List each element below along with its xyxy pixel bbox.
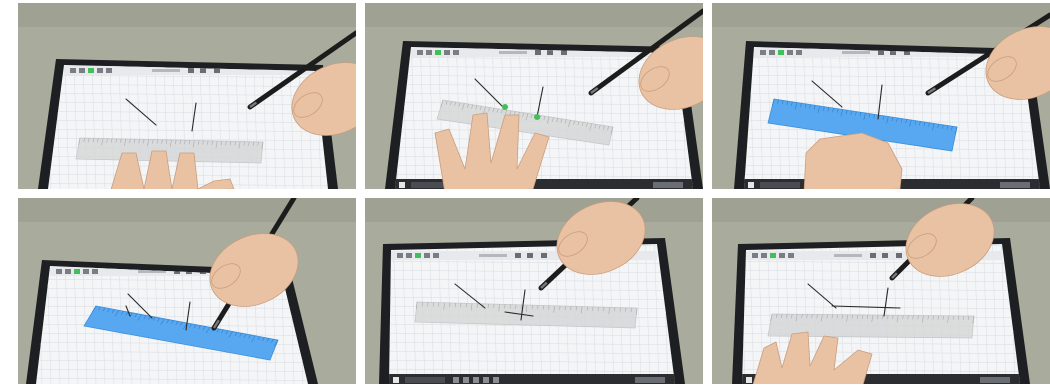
photo-panel-3 — [712, 3, 1050, 189]
toolbar-tool-icon — [788, 253, 794, 258]
toolbar-tool-icon — [406, 253, 412, 258]
photo-panel-6 — [712, 198, 1050, 384]
toolbar-tool-icon — [424, 253, 430, 258]
toolbar-tool-icon — [65, 269, 71, 274]
windows-start-icon — [393, 377, 399, 383]
windows-start-icon — [746, 377, 752, 383]
toolbar-button-icon — [527, 253, 533, 258]
toolbar-label — [834, 254, 862, 257]
toolbar-tool-icon — [417, 50, 423, 55]
toolbar-tool-icon — [779, 253, 785, 258]
snap-point — [502, 104, 508, 110]
toolbar-button-icon — [561, 50, 567, 55]
taskbar-app-icon — [463, 377, 469, 383]
toolbar-tool-icon — [787, 50, 793, 55]
toolbar-tool-icon — [83, 269, 89, 274]
taskbar-search-box — [760, 182, 800, 188]
toolbar-button-icon — [870, 253, 876, 258]
taskbar-app-icon — [493, 377, 499, 383]
toolbar-button-icon — [882, 253, 888, 258]
toolbar-label — [842, 51, 870, 54]
toolbar-button-icon — [214, 68, 220, 73]
desk-shadow — [18, 198, 356, 222]
toolbar-tool-icon — [79, 68, 85, 73]
desk-shadow — [712, 198, 1050, 222]
toolbar-label — [152, 69, 180, 72]
toolbar-tool-icon — [453, 50, 459, 55]
toolbar-tool-icon — [74, 269, 80, 274]
desk-shadow — [18, 3, 356, 27]
toolbar-tool-icon — [770, 253, 776, 258]
toolbar-button-icon — [541, 253, 547, 258]
taskbar-tray — [1000, 182, 1030, 188]
toolbar-tool-icon — [426, 50, 432, 55]
toolbar-tool-icon — [444, 50, 450, 55]
desk-shadow — [365, 3, 703, 27]
toolbar-tool-icon — [56, 269, 62, 274]
toolbar-label — [479, 254, 507, 257]
toolbar-tool-icon — [752, 253, 758, 258]
taskbar-app-icon — [483, 377, 489, 383]
snap-point — [534, 114, 540, 120]
windows-taskbar — [389, 374, 675, 384]
taskbar-tray — [653, 182, 683, 188]
desk-shadow — [365, 198, 703, 222]
toolbar-tool-icon — [97, 68, 103, 73]
toolbar-tool-icon — [70, 68, 76, 73]
photo-grid — [0, 0, 1050, 387]
toolbar-tool-icon — [88, 68, 94, 73]
windows-start-icon — [748, 182, 754, 188]
taskbar-app-icon — [453, 377, 459, 383]
windows-start-icon — [399, 182, 405, 188]
toolbar-label — [499, 51, 527, 54]
taskbar-search-box — [405, 377, 445, 383]
toolbar-tool-icon — [92, 269, 98, 274]
photo-panel-2 — [365, 3, 703, 189]
taskbar-tray — [635, 377, 665, 383]
toolbar-tool-icon — [397, 253, 403, 258]
toolbar-tool-icon — [796, 50, 802, 55]
toolbar-button-icon — [188, 68, 194, 73]
toolbar-button-icon — [515, 253, 521, 258]
toolbar-button-icon — [535, 50, 541, 55]
toolbar-tool-icon — [415, 253, 421, 258]
taskbar-app-icon — [473, 377, 479, 383]
toolbar-button-icon — [896, 253, 902, 258]
toolbar-tool-icon — [778, 50, 784, 55]
photo-panel-4 — [18, 198, 356, 384]
toolbar-tool-icon — [761, 253, 767, 258]
desk-shadow — [712, 3, 1050, 27]
toolbar-tool-icon — [769, 50, 775, 55]
toolbar-tool-icon — [106, 68, 112, 73]
photo-panel-5 — [365, 198, 703, 384]
taskbar-tray — [980, 377, 1010, 383]
toolbar-tool-icon — [433, 253, 439, 258]
toolbar-button-icon — [200, 68, 206, 73]
virtual-ruler — [75, 137, 264, 164]
photo-panel-1 — [18, 3, 356, 189]
toolbar-tool-icon — [760, 50, 766, 55]
toolbar-tool-icon — [435, 50, 441, 55]
toolbar-button-icon — [547, 50, 553, 55]
